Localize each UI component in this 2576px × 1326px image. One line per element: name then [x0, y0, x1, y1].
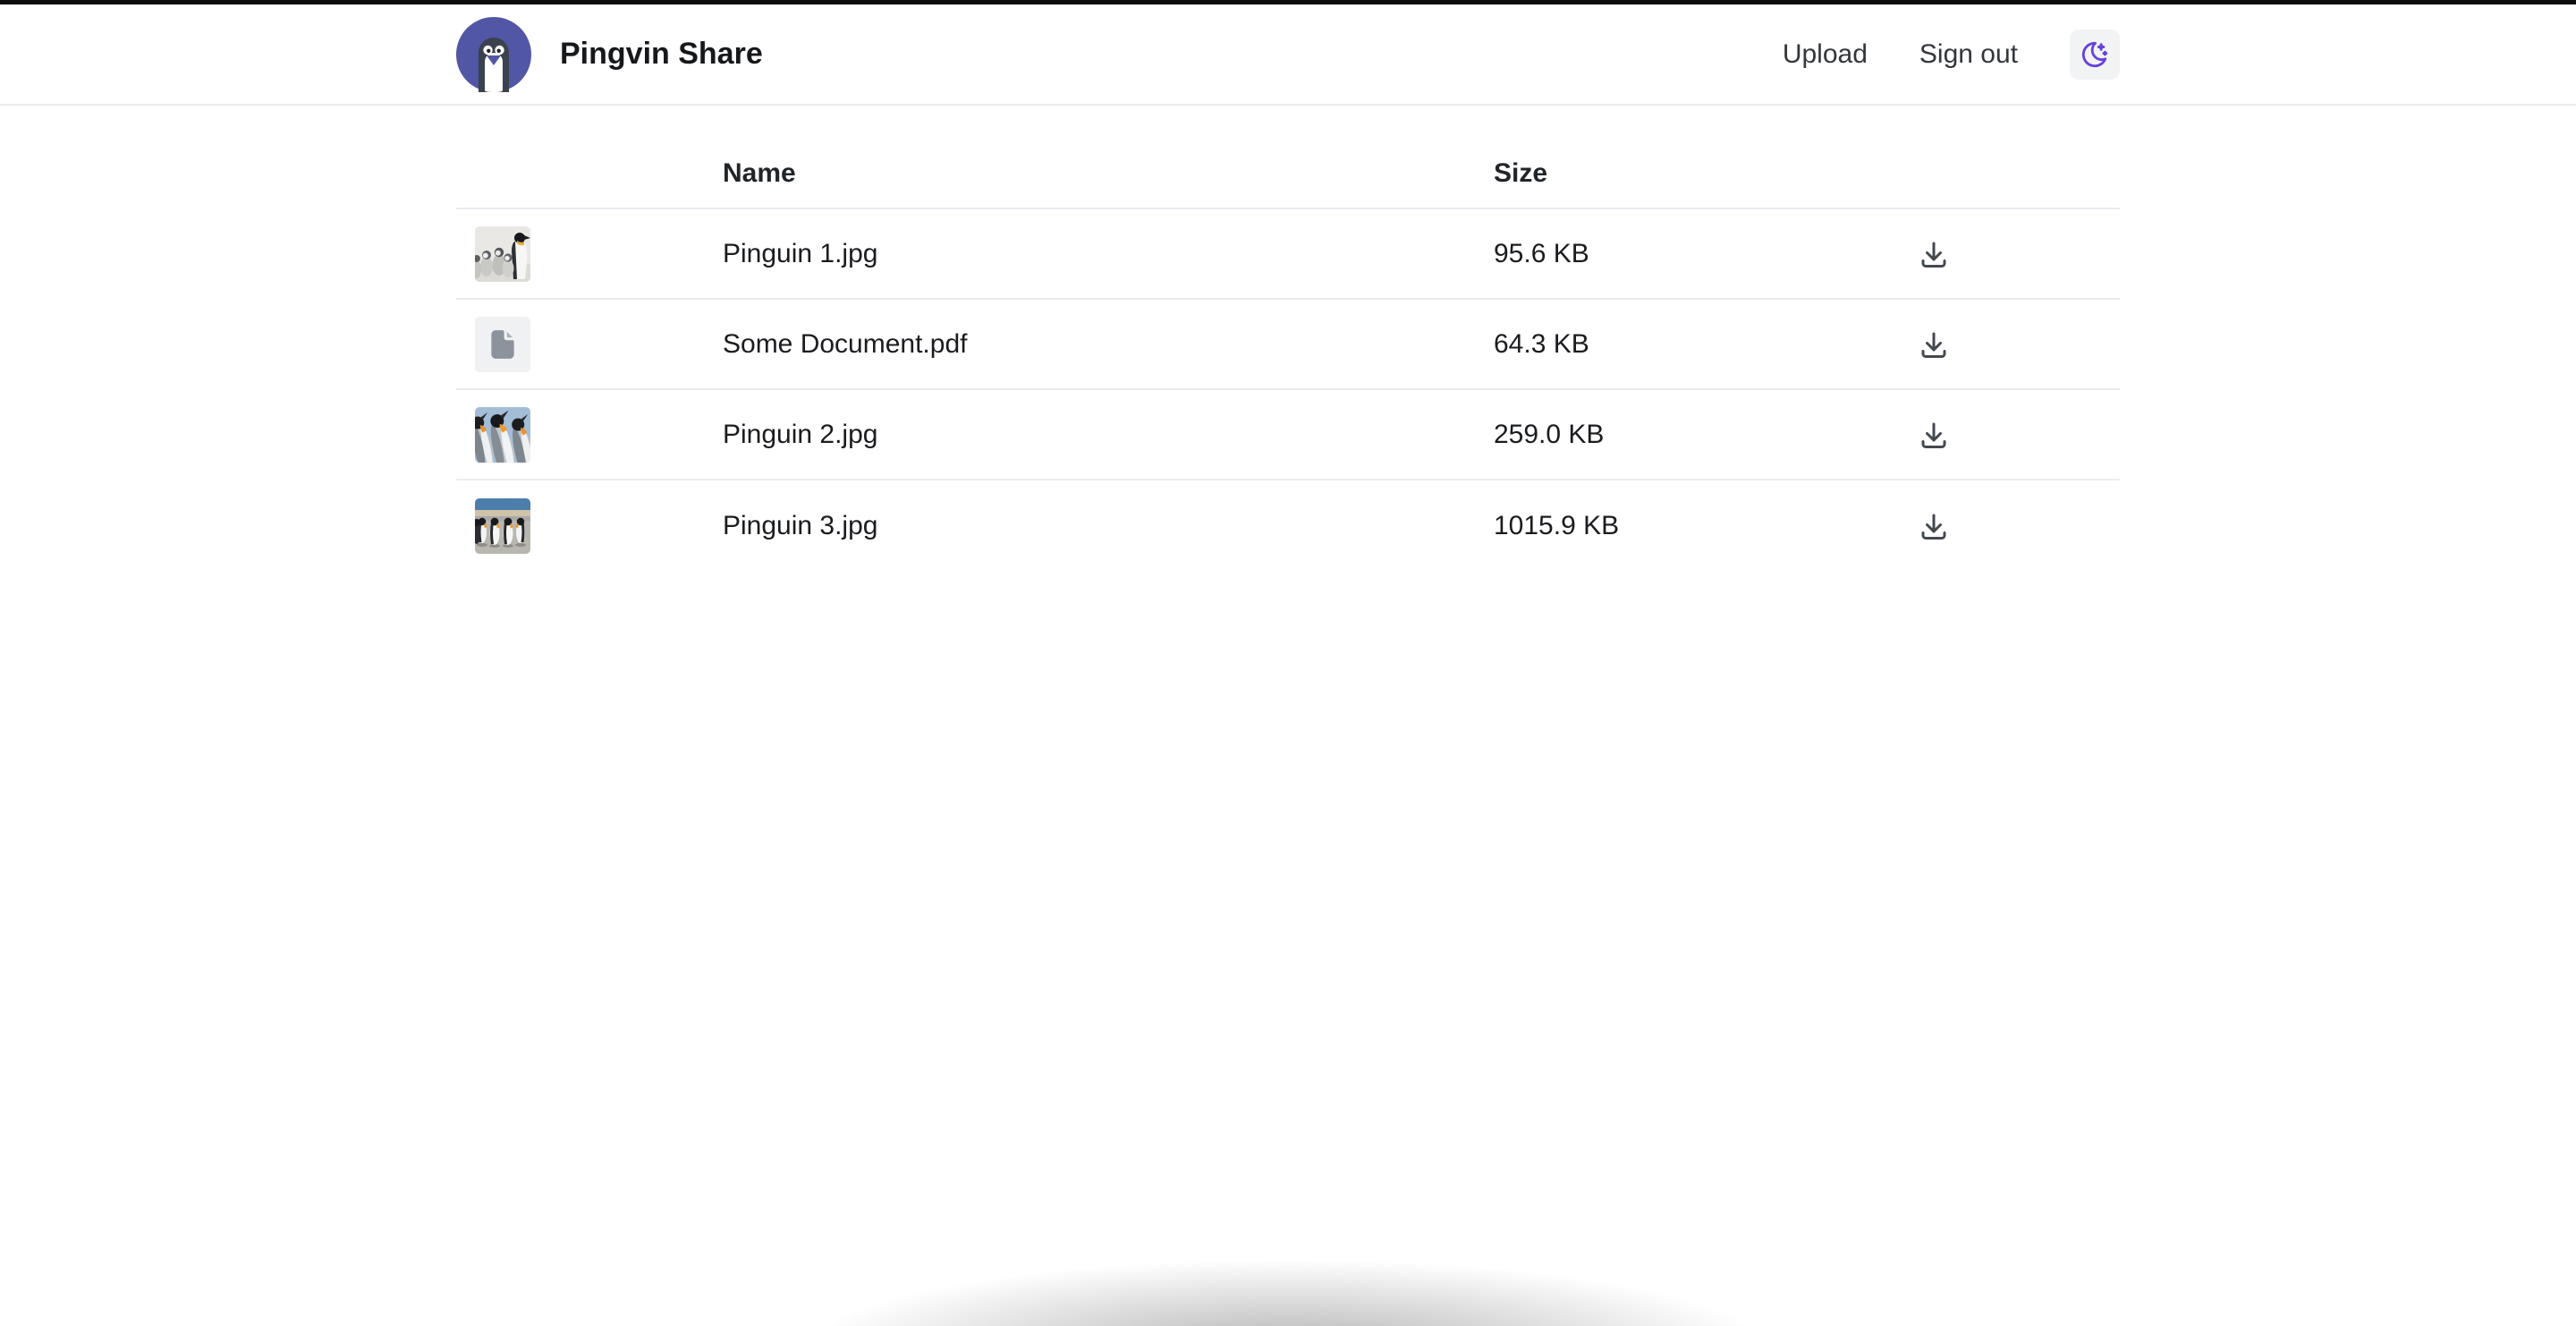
brand[interactable]: Pingvin Share [456, 17, 763, 92]
theme-toggle-button[interactable] [2070, 30, 2120, 80]
file-size: 1015.9 KB [1494, 511, 1825, 541]
king-penguins-beach-photo-thumbnail[interactable] [475, 498, 530, 554]
app-title: Pingvin Share [560, 37, 763, 72]
download-icon [1918, 328, 1950, 361]
file-name: Pinguin 3.jpg [723, 511, 1494, 541]
king-penguins-closeup-photo-thumbnail[interactable] [475, 407, 530, 463]
download-button[interactable] [1914, 234, 1953, 274]
download-button[interactable] [1914, 415, 1953, 455]
download-icon [1918, 419, 1950, 451]
download-icon [1918, 510, 1950, 542]
column-header-size: Size [1494, 158, 1825, 189]
file-name: Pinguin 1.jpg [723, 239, 1494, 269]
table-header-row: Name Size [456, 140, 2120, 209]
file-size: 259.0 KB [1494, 420, 1825, 450]
moon-stars-icon [2080, 39, 2110, 70]
share-file-list: Name Size [456, 140, 2120, 571]
file-size: 64.3 KB [1494, 329, 1825, 360]
table-row: Pinguin 3.jpg 1015.9 KB [456, 480, 2120, 571]
table-row: Pinguin 1.jpg 95.6 KB [456, 209, 2120, 300]
document-file-tile[interactable] [475, 317, 530, 372]
app-header: Pingvin Share Upload Sign out [0, 4, 2576, 106]
table-row: Pinguin 2.jpg 259.0 KB [456, 390, 2120, 480]
emperor-penguins-snow-photo-thumbnail[interactable] [475, 226, 530, 282]
header-nav: Upload Sign out [1783, 30, 2120, 80]
table-row: Some Document.pdf 64.3 KB [456, 300, 2120, 390]
pdf-document-icon [486, 327, 520, 361]
upload-link[interactable]: Upload [1783, 39, 1868, 70]
download-button[interactable] [1914, 325, 1953, 364]
sign-out-link[interactable]: Sign out [1919, 39, 2018, 70]
download-button[interactable] [1914, 506, 1953, 546]
file-size: 95.6 KB [1494, 239, 1825, 269]
pingvin-penguin-logo-icon [456, 17, 531, 92]
bottom-shadow [662, 1228, 1914, 1326]
file-name: Pinguin 2.jpg [723, 420, 1494, 450]
download-icon [1918, 238, 1950, 270]
column-header-name: Name [723, 158, 1494, 189]
file-name: Some Document.pdf [723, 329, 1494, 360]
